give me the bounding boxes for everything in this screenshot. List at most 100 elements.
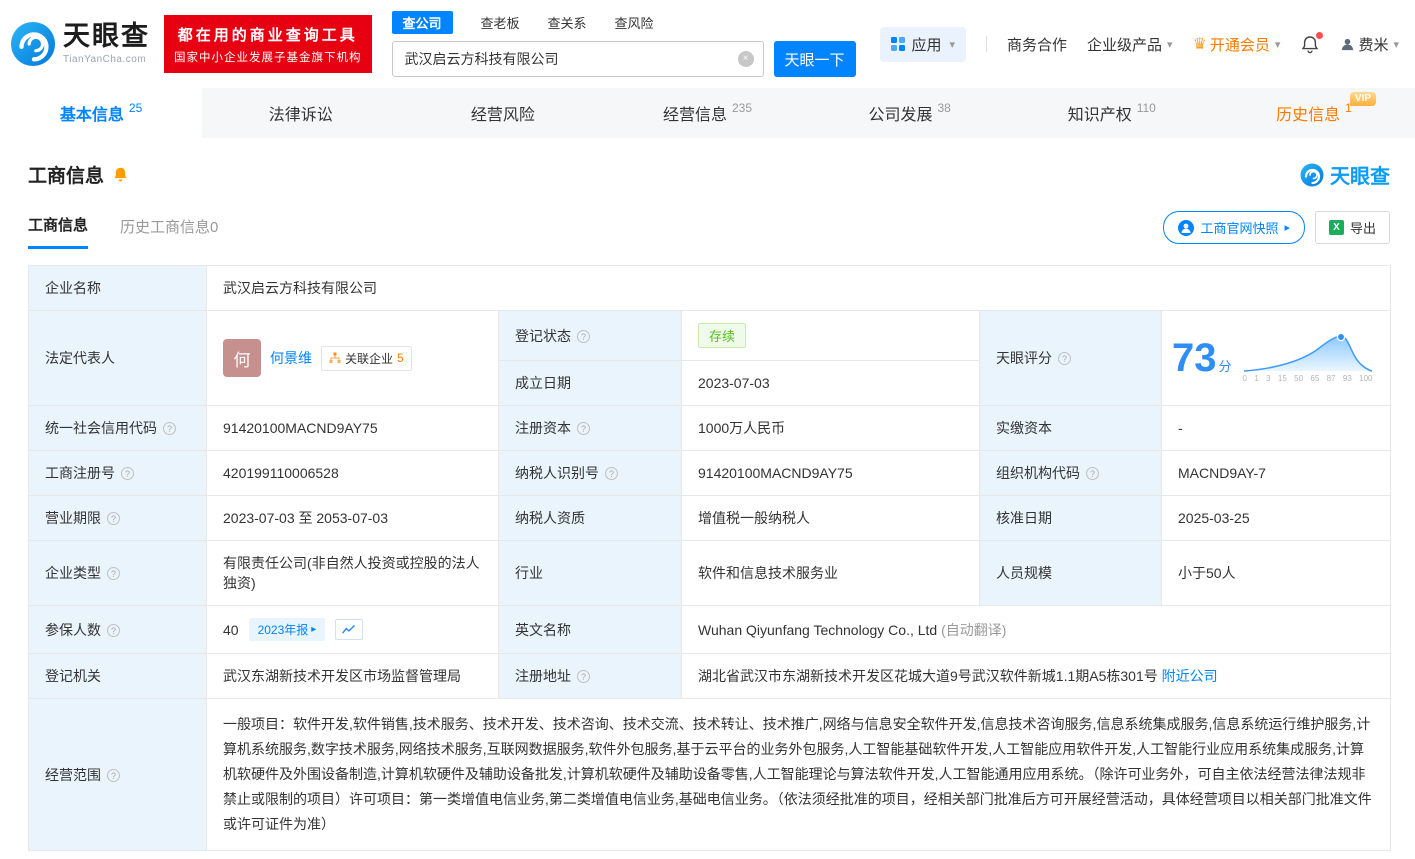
subtabs-row: 工商信息 历史工商信息0 工商官网快照 ▸ X 导出 (28, 211, 1390, 252)
export-button[interactable]: X 导出 (1315, 211, 1390, 244)
search-tab-risk[interactable]: 查风险 (615, 13, 654, 32)
value-business-term: 2023-07-03 至 2053-07-03 (207, 496, 499, 541)
clear-search-icon[interactable]: × (738, 51, 754, 67)
label-legal-rep: 法定代表人 (29, 311, 207, 406)
search-tab-relation[interactable]: 查关系 (548, 13, 587, 32)
value-org-code: MACND9AY-7 (1162, 451, 1391, 496)
tab-company-development[interactable]: 公司发展38 (809, 88, 1011, 138)
caret-down-icon: ▾ (1393, 38, 1399, 51)
help-icon[interactable]: ? (577, 422, 590, 435)
search-input[interactable] (392, 41, 764, 77)
search-button[interactable]: 天眼一下 (774, 41, 856, 77)
value-establish-date: 2023-07-03 (682, 361, 980, 406)
nav-open-vip[interactable]: ♛ 开通会员 ▾ (1193, 34, 1281, 55)
help-icon[interactable]: ? (107, 567, 120, 580)
nearby-companies-link[interactable]: 附近公司 (1162, 668, 1218, 684)
watermark-text: 天眼查 (1330, 160, 1390, 189)
legal-rep-avatar[interactable]: 何 (223, 339, 261, 377)
nav-user[interactable]: 费米 ▾ (1340, 34, 1399, 55)
page: 天眼查 TianYanCha.com 都在用的商业查询工具 国家中小企业发展子基… (0, 0, 1415, 859)
logo-name: 天眼查 (63, 23, 150, 50)
label-taxpayer-no: 纳税人识别号? (499, 451, 682, 496)
related-companies-badge[interactable]: 关联企业 5 (321, 346, 412, 371)
username: 费米 (1358, 34, 1388, 55)
tab-intellectual-property[interactable]: 知识产权110 (1011, 88, 1213, 138)
value-company-type: 有限责任公司(非自然人投资或控股的法人独资) (207, 541, 499, 606)
notification-dot (1316, 32, 1323, 39)
value-taxpayer-quality: 增值税一般纳税人 (682, 496, 980, 541)
label-approve-date: 核准日期 (980, 496, 1162, 541)
tab-count: 235 (732, 101, 752, 115)
top-nav: 应用 ▾ 商务合作 企业级产品 ▾ ♛ 开通会员 ▾ (880, 27, 1399, 62)
logo-domain: TianYanCha.com (63, 54, 150, 65)
tab-basic-info[interactable]: 基本信息 25 (0, 88, 202, 138)
enterprise-label: 企业级产品 (1087, 34, 1162, 55)
help-icon[interactable]: ? (107, 512, 120, 525)
tab-label: 基本信息 (60, 101, 124, 125)
notification-bell-icon[interactable] (1300, 35, 1320, 54)
nav-enterprise-products[interactable]: 企业级产品 ▾ (1087, 34, 1173, 55)
apps-button[interactable]: 应用 ▾ (880, 27, 966, 62)
value-credit-code: 91420100MACND9AY75 (207, 406, 499, 451)
slogan-line1: 都在用的商业查询工具 (174, 24, 362, 45)
label-industry: 行业 (499, 541, 682, 606)
subtab-business-info[interactable]: 工商信息 (28, 214, 88, 249)
site-logo[interactable]: 天眼查 TianYanCha.com (10, 21, 150, 67)
nav-business-cooperation[interactable]: 商务合作 (1007, 34, 1067, 55)
related-label: 关联企业 (345, 350, 393, 367)
score-unit: 分 (1219, 359, 1232, 374)
apps-grid-icon (891, 37, 905, 51)
vip-badge: VIP (1350, 92, 1376, 106)
auto-translate-note: (自动翻译) (941, 622, 1006, 638)
subscribe-bell-icon[interactable] (112, 166, 129, 183)
label-english-name: 英文名称 (499, 606, 682, 654)
official-snapshot-button[interactable]: 工商官网快照 ▸ (1163, 211, 1305, 244)
site-header: 天眼查 TianYanCha.com 都在用的商业查询工具 国家中小企业发展子基… (0, 0, 1415, 88)
label-reg-authority: 登记机关 (29, 654, 207, 699)
value-approve-date: 2025-03-25 (1162, 496, 1391, 541)
tab-history-info[interactable]: 历史信息1 VIP (1213, 88, 1415, 138)
help-icon[interactable]: ? (107, 769, 120, 782)
help-icon[interactable]: ? (577, 670, 590, 683)
help-icon[interactable]: ? (121, 467, 134, 480)
related-count: 5 (397, 351, 404, 365)
label-reg-capital: 注册资本? (499, 406, 682, 451)
help-icon[interactable]: ? (577, 330, 590, 343)
value-business-scope: 一般项目：软件开发,软件销售,技术服务、技术开发、技术咨询、技术交流、技术转让、… (207, 699, 1391, 851)
trend-chart-icon[interactable] (335, 619, 363, 640)
tab-count: 25 (129, 101, 142, 115)
annual-report-badge[interactable]: 2023年报▸ (249, 618, 326, 641)
value-paid-capital: - (1162, 406, 1391, 451)
label-reg-status: 登记状态? (499, 311, 682, 361)
search-tab-company[interactable]: 查公司 (392, 11, 453, 34)
label-taxpayer-quality: 纳税人资质 (499, 496, 682, 541)
status-badge: 存续 (698, 323, 746, 348)
value-english-name: Wuhan Qiyunfang Technology Co., Ltd (自动翻… (682, 606, 1391, 654)
tianyancha-logo-icon (10, 21, 56, 67)
search-tab-boss[interactable]: 查老板 (481, 13, 520, 32)
excel-icon: X (1329, 220, 1344, 235)
user-avatar-icon (1340, 37, 1355, 52)
label-credit-code: 统一社会信用代码? (29, 406, 207, 451)
legal-rep-link[interactable]: 何景维 (270, 348, 312, 368)
tab-label: 经营信息 (663, 101, 727, 125)
person-circle-icon (1178, 220, 1194, 236)
help-icon[interactable]: ? (163, 422, 176, 435)
subtab-history-business-info[interactable]: 历史工商信息0 (120, 216, 218, 248)
value-taxpayer-no: 91420100MACND9AY75 (682, 451, 980, 496)
crown-icon: ♛ (1193, 34, 1207, 54)
tab-operation-risk[interactable]: 经营风险 (404, 88, 606, 138)
tab-operation-info[interactable]: 经营信息 235 (606, 88, 808, 138)
help-icon[interactable]: ? (1086, 467, 1099, 480)
value-reg-capital: 1000万人民币 (682, 406, 980, 451)
help-icon[interactable]: ? (605, 467, 618, 480)
tab-label: 知识产权 (1068, 101, 1132, 125)
value-score[interactable]: 73分 0131550658793100 (1162, 311, 1391, 406)
tab-legal-proceedings[interactable]: 法律诉讼 (202, 88, 404, 138)
help-icon[interactable]: ? (1058, 352, 1071, 365)
vip-label: 开通会员 (1210, 34, 1270, 55)
help-icon[interactable]: ? (107, 624, 120, 637)
nav-divider (986, 36, 987, 52)
export-label: 导出 (1350, 218, 1376, 237)
value-reg-authority: 武汉东湖新技术开发区市场监督管理局 (207, 654, 499, 699)
